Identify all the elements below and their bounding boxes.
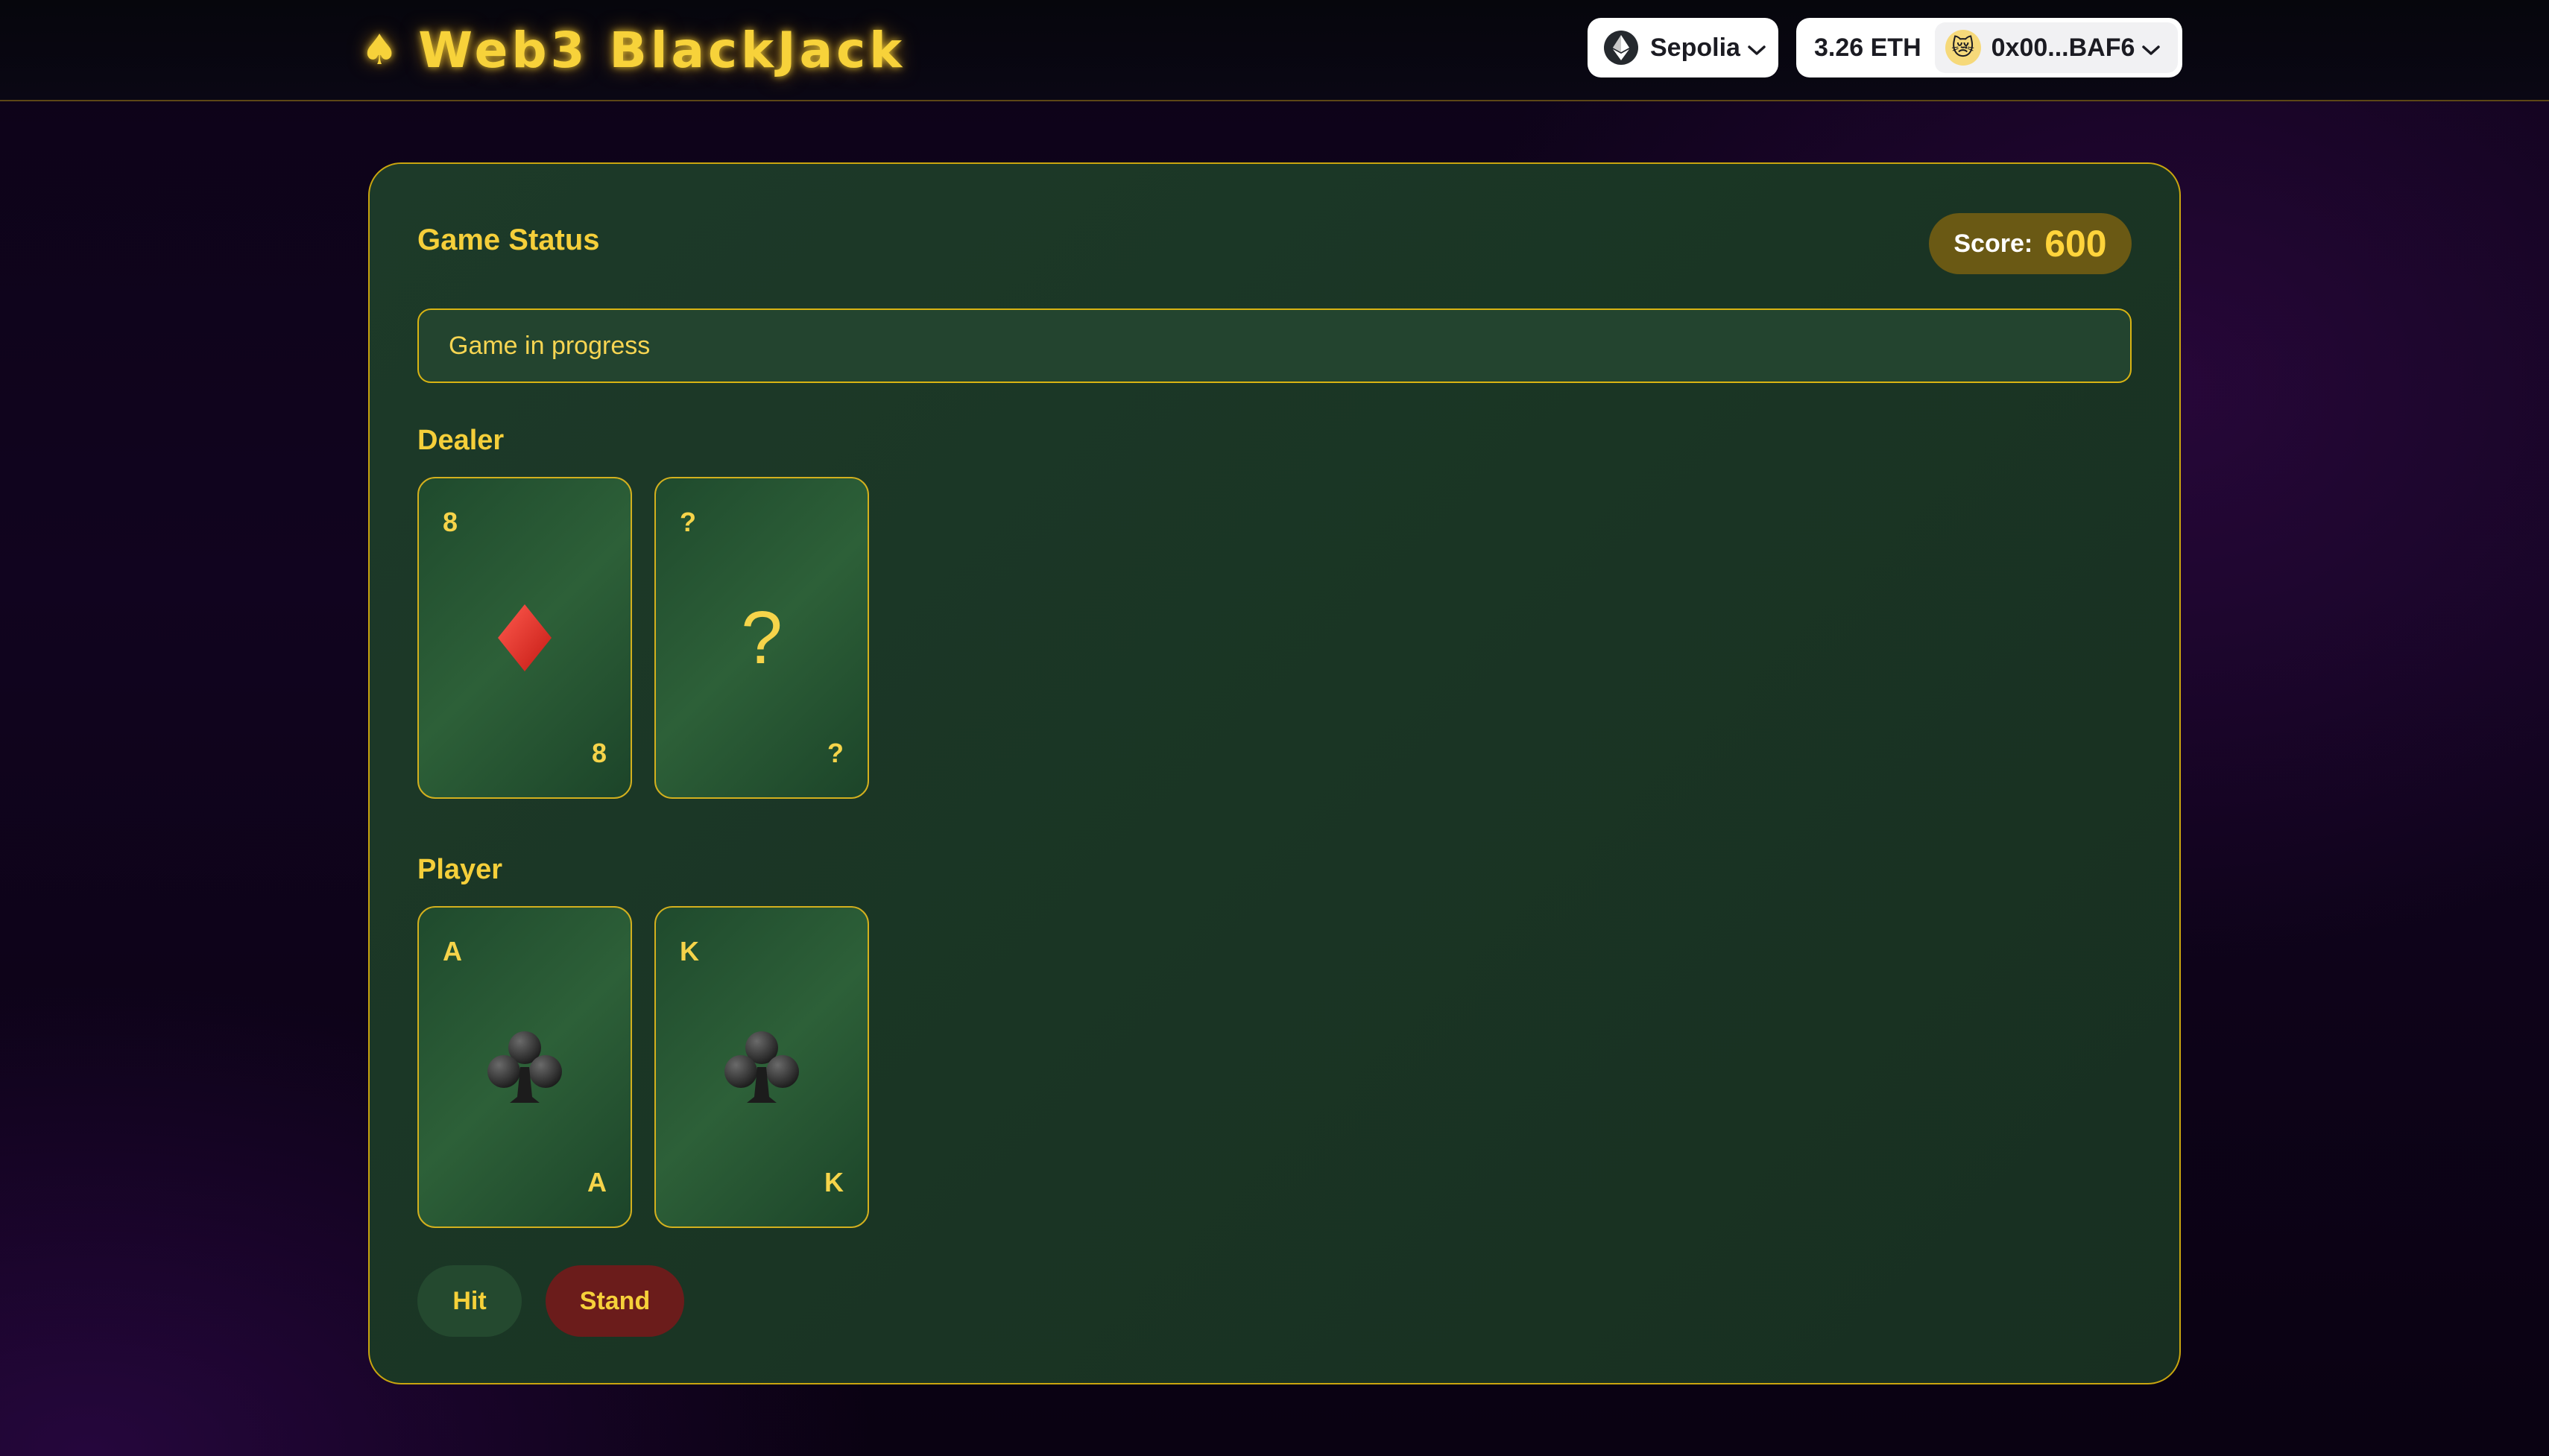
player-card: K K	[654, 906, 869, 1228]
spade-logo-icon: ♠	[361, 25, 402, 75]
score-label: Score:	[1953, 229, 2033, 258]
player-card: A A	[417, 906, 632, 1228]
score-value: 600	[2044, 223, 2107, 265]
dealer-card: 8 8	[417, 477, 632, 799]
wallet-address: 0x00...BAF6	[1991, 33, 2135, 62]
game-message: Game in progress	[417, 308, 2132, 383]
account-widget: 3.26 ETH 😿 0x00...BAF6	[1796, 18, 2182, 77]
network-selector-button[interactable]: Sepolia	[1588, 18, 1778, 77]
player-label: Player	[417, 854, 503, 885]
game-panel: Game Status Score: 600 Game in progress …	[368, 162, 2181, 1384]
dealer-label: Dealer	[417, 425, 505, 456]
card-rank-bottom: 8	[591, 738, 607, 768]
chevron-down-icon	[2142, 34, 2161, 63]
ethereum-icon	[1604, 31, 1638, 65]
game-status-title: Game Status	[417, 224, 600, 256]
app-title-text: Web3 BlackJack	[418, 21, 906, 79]
eth-balance: 3.26 ETH	[1814, 33, 1921, 62]
avatar-icon: 😿	[1945, 30, 1981, 66]
chevron-down-icon	[1748, 34, 1766, 63]
card-rank-bottom: A	[587, 1167, 607, 1197]
network-name: Sepolia	[1650, 33, 1740, 62]
card-rank-bottom: K	[824, 1167, 844, 1197]
score-badge: Score: 600	[1929, 213, 2132, 274]
app-title: ♠ Web3 BlackJack	[361, 16, 906, 83]
top-bar: ♠ Web3 BlackJack Sepolia 3.26 ETH 😿 0x00…	[0, 0, 2549, 101]
dealer-hidden-card: ? ? ?	[654, 477, 869, 799]
stand-button[interactable]: Stand	[546, 1265, 684, 1337]
hit-button[interactable]: Hit	[417, 1265, 522, 1337]
hidden-card-symbol: ?	[741, 595, 783, 680]
account-address-button[interactable]: 😿 0x00...BAF6	[1934, 22, 2178, 73]
card-rank-bottom: ?	[827, 738, 844, 768]
